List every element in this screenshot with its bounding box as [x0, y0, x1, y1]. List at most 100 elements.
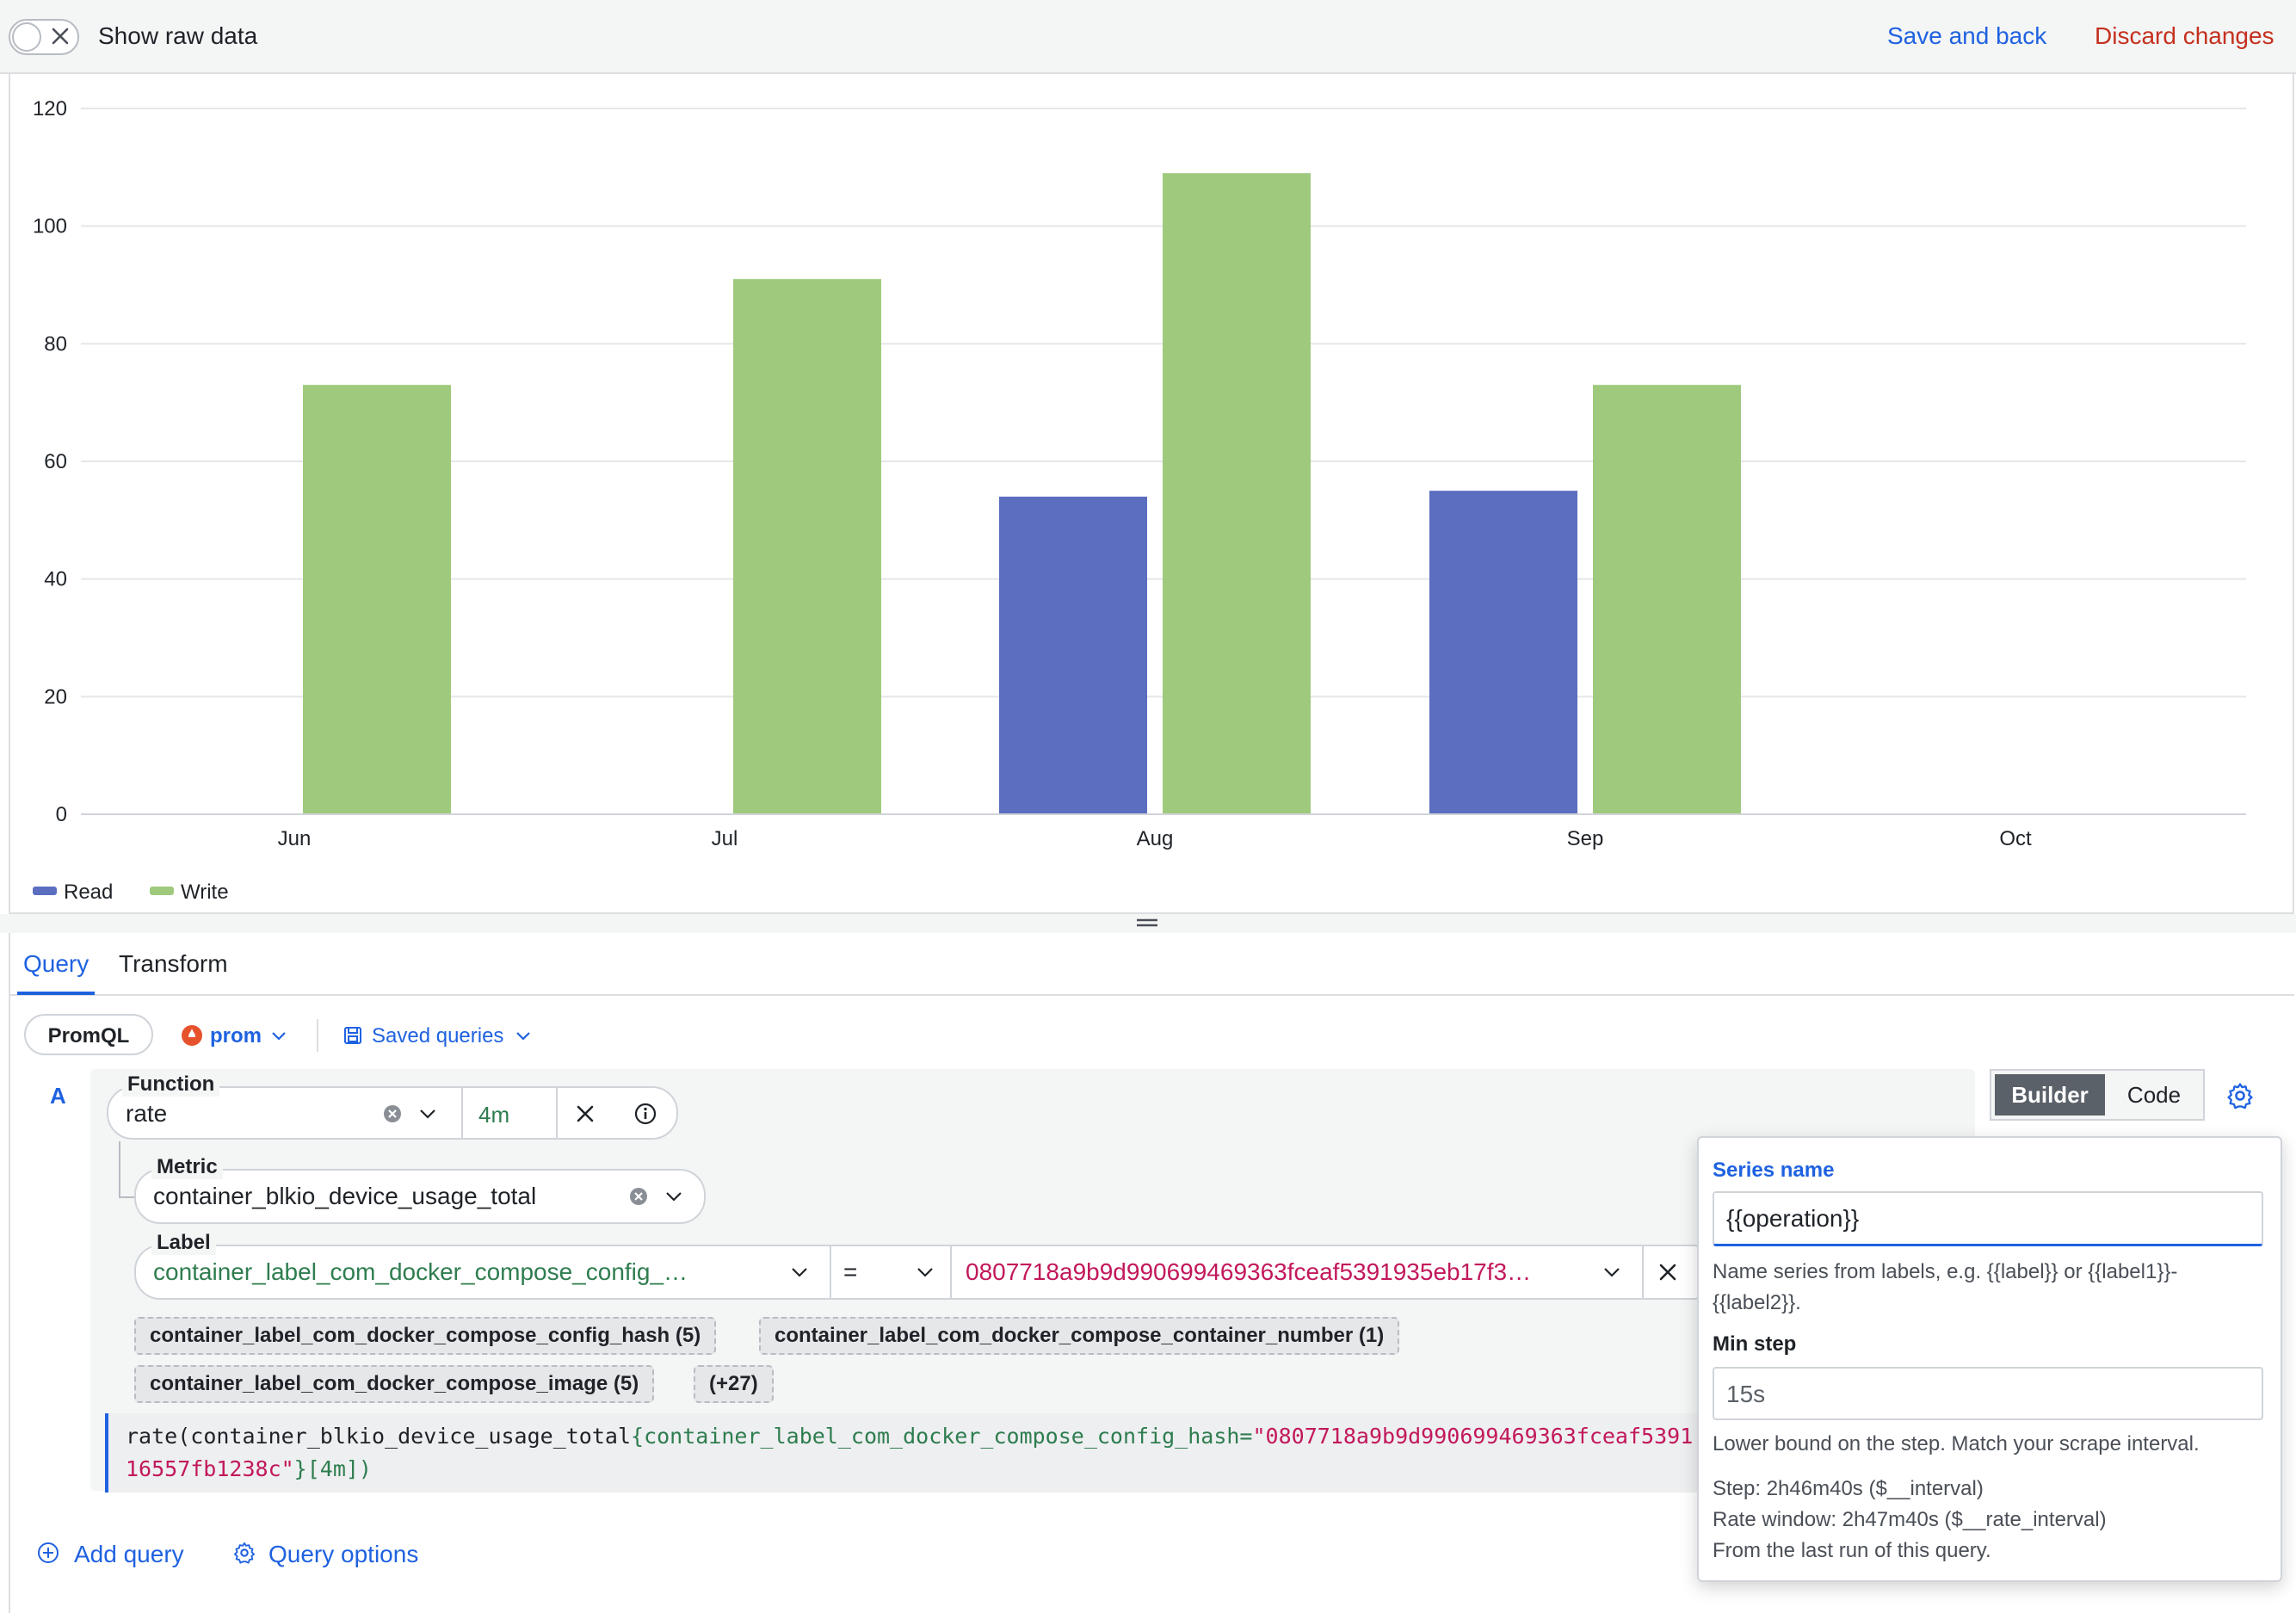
builder-mode-button[interactable]: Builder [1995, 1074, 2105, 1116]
close-icon [52, 28, 69, 45]
promql-label: PromQL [47, 1024, 130, 1048]
preview-metric: container_blkio_device_usage_total [190, 1424, 632, 1449]
x-tick-label: Oct [1999, 827, 2032, 850]
label-field-title: Label [151, 1231, 216, 1255]
x-tick-label: Jun [278, 827, 312, 850]
clear-icon[interactable] [382, 1103, 403, 1124]
query-options-label: Query options [268, 1541, 419, 1567]
bar-chart: 0 20 40 60 80 100 120 Jun Jul Aug Sep Oct Read Write [33, 97, 2246, 904]
info-icon[interactable] [633, 1102, 657, 1126]
drag-handle-icon [1137, 918, 1157, 927]
y-tick-label: 120 [33, 97, 67, 121]
bar-read [1429, 491, 1577, 814]
label-hint-chip[interactable]: container_label_com_docker_compose_confi… [134, 1317, 717, 1355]
chevron-down-icon [666, 1192, 682, 1202]
bar-write [1163, 173, 1311, 815]
saved-queries-label: Saved queries [372, 1024, 504, 1048]
save-and-back-link[interactable]: Save and back [1887, 22, 2046, 50]
field-divider [461, 1086, 463, 1140]
query-ref-id[interactable]: A [50, 1083, 66, 1109]
bar-write [733, 279, 881, 814]
label-value-select[interactable]: 0807718a9b9d990699469363fceaf5391935eb17… [966, 1258, 1531, 1286]
toolbar-divider [317, 1019, 318, 1052]
chevron-down-icon [516, 1032, 530, 1041]
remove-label-icon[interactable] [1656, 1260, 1680, 1284]
datasource-label: prom [210, 1024, 262, 1048]
field-divider [1642, 1245, 1644, 1300]
function-select[interactable]: rate [126, 1100, 367, 1128]
series-name-help: Name series from labels, e.g. {{label}} … [1713, 1260, 2178, 1314]
query-preview-line-1: rate(container_blkio_device_usage_total{… [126, 1424, 1693, 1449]
label-operator-select[interactable]: = [843, 1258, 857, 1286]
chart-panel: 0 20 40 60 80 100 120 Jun Jul Aug Sep Oct Read Write [9, 72, 2294, 914]
legend-swatch [150, 887, 174, 895]
function-field-title: Function [122, 1072, 220, 1097]
label-hint-chip[interactable]: container_label_com_docker_compose_image… [134, 1365, 655, 1403]
gear-icon [233, 1542, 256, 1564]
y-tick-label: 0 [56, 803, 67, 826]
legend-label: Write [181, 881, 229, 904]
chevron-down-icon [1604, 1268, 1620, 1277]
y-tick-label: 40 [44, 568, 67, 591]
tab-divider [9, 994, 2294, 996]
add-query-label: Add query [74, 1541, 184, 1567]
remove-operation-icon[interactable] [573, 1102, 597, 1126]
raw-data-label: Show raw data [98, 22, 258, 49]
plus-circle-icon [38, 1542, 59, 1563]
clear-icon[interactable] [628, 1186, 649, 1207]
preview-label-key: container_label_com_docker_compose_confi… [644, 1424, 1253, 1449]
min-step-input[interactable]: 15s [1713, 1367, 2263, 1420]
x-tick-label: Jul [712, 827, 738, 850]
field-divider [830, 1245, 831, 1300]
min-step-title: Min step [1713, 1332, 1797, 1356]
series-name-value: {{operation}} [1726, 1205, 1860, 1232]
min-step-placeholder: 15s [1726, 1381, 1766, 1407]
label-hint-chip-more[interactable]: (+27) [694, 1365, 774, 1403]
legend-label: Read [64, 881, 113, 904]
query-preview-line-2: 16557fb1238c"}[4m]) [126, 1456, 372, 1481]
range-input[interactable]: 4m [478, 1102, 509, 1128]
x-tick-label: Aug [1137, 827, 1174, 850]
preview-function: rate( [126, 1424, 191, 1449]
x-tick-label: Sep [1567, 827, 1604, 850]
y-tick-label: 20 [44, 685, 67, 708]
label-hint-chip[interactable]: container_label_com_docker_compose_conta… [759, 1317, 1400, 1355]
field-divider [950, 1245, 952, 1300]
active-tab-indicator [17, 992, 95, 995]
editor-mode-toggle: Builder Code [1990, 1069, 2205, 1121]
tab-query[interactable]: Query [23, 950, 89, 978]
save-icon [344, 1027, 361, 1044]
label-name-select[interactable]: container_label_com_docker_compose_confi… [153, 1258, 688, 1286]
series-name-input[interactable]: {{operation}} [1713, 1191, 2263, 1246]
preview-brace: { [631, 1424, 645, 1449]
panel-resize-handle[interactable] [0, 914, 2296, 933]
query-preview: rate(container_blkio_device_usage_total{… [105, 1413, 1702, 1492]
y-tick-label: 100 [33, 215, 67, 238]
bar-write [303, 385, 451, 814]
min-step-help: Lower bound on the step. Match your scra… [1713, 1432, 2200, 1455]
metric-select[interactable]: container_blkio_device_usage_total [153, 1183, 536, 1210]
chevron-down-icon [420, 1109, 435, 1119]
y-tick-label: 60 [44, 450, 67, 473]
toggle-knob [12, 22, 41, 52]
preview-label-value: "0807718a9b9d990699469363fceaf5391 [1252, 1424, 1694, 1449]
metric-field-title: Metric [151, 1155, 223, 1179]
rate-window-info: Rate window: 2h47m40s ($__rate_interval) [1713, 1508, 2107, 1531]
chevron-down-icon [272, 1032, 286, 1041]
bar-read [999, 497, 1147, 814]
chevron-down-icon [792, 1268, 807, 1277]
gear-icon[interactable] [2225, 1081, 2255, 1110]
step-info: Step: 2h46m40s ($__interval) [1713, 1477, 1984, 1500]
code-mode-button[interactable]: Code [2108, 1074, 2200, 1116]
tab-transform[interactable]: Transform [119, 950, 228, 978]
raw-data-toggle[interactable] [9, 19, 79, 55]
query-settings-popover: Series name {{operation}} Name series fr… [1697, 1136, 2282, 1582]
y-tick-label: 80 [44, 332, 67, 355]
discard-changes-link[interactable]: Discard changes [2095, 22, 2274, 50]
legend-swatch [33, 887, 57, 895]
series-name-title: Series name [1713, 1159, 1835, 1182]
bar-write [1593, 385, 1741, 814]
last-run-info: From the last run of this query. [1713, 1539, 1991, 1562]
promql-button[interactable]: PromQL [24, 1014, 153, 1055]
field-divider [556, 1086, 558, 1140]
